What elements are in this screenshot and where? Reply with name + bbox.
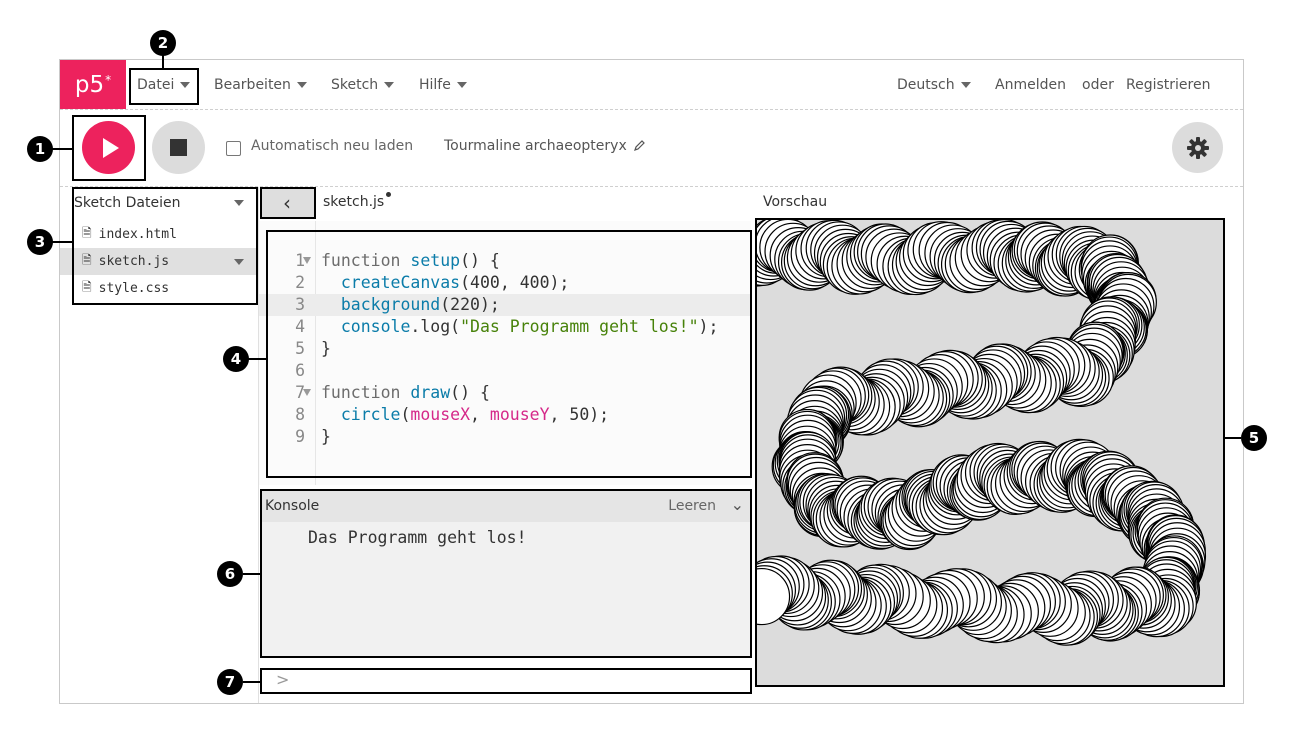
callout-box-4 (266, 230, 752, 478)
callout-box-2 (129, 68, 199, 105)
callout-badge-1: 1 (27, 136, 53, 162)
pencil-icon[interactable] (633, 139, 646, 152)
callout-badge-2: 2 (150, 30, 176, 56)
callout-box-1 (72, 115, 146, 181)
callout-badge-7: 7 (217, 669, 243, 695)
or-label: oder (1082, 76, 1114, 93)
chevron-down-icon (384, 81, 395, 88)
unsaved-dot (386, 192, 391, 197)
or-text: oder (1082, 60, 1114, 109)
sketch-name[interactable]: Tourmaline archaeopteryx (444, 138, 646, 154)
menu-hilfe-label: Hilfe (419, 76, 451, 93)
menu-bearbeiten[interactable]: Bearbeiten (214, 60, 307, 109)
settings-button[interactable] (1172, 122, 1223, 173)
stop-button[interactable] (152, 121, 205, 174)
stop-icon (170, 139, 187, 156)
callout-box-7 (260, 668, 752, 694)
chevron-down-icon (296, 81, 307, 88)
menu-sketch-label: Sketch (331, 76, 379, 93)
leader-line (52, 148, 72, 150)
callout-box-6 (260, 489, 752, 658)
callout-badge-4: 4 (223, 346, 249, 372)
leader-line (243, 573, 260, 575)
leader-line (248, 358, 266, 360)
menu-bearbeiten-label: Bearbeiten (214, 76, 291, 93)
logo-text: p5 (74, 71, 105, 98)
toolbar: Automatisch neu laden Tourmaline archaeo… (60, 110, 1243, 187)
login-link[interactable]: Anmelden (995, 60, 1066, 109)
menu-hilfe[interactable]: Hilfe (419, 60, 467, 109)
leader-line (243, 681, 260, 683)
auto-reload-label: Automatisch neu laden (251, 138, 414, 154)
callout-badge-6: 6 (217, 561, 243, 587)
gear-icon (1186, 136, 1209, 159)
leader-line (52, 241, 72, 243)
p5-logo[interactable]: p5 * (60, 60, 126, 109)
callout-badge-5: 5 (1241, 425, 1267, 451)
callout-box-5 (755, 218, 1225, 687)
register-label: Registrieren (1126, 76, 1211, 93)
preview-label: Vorschau (763, 194, 828, 210)
editor-tab[interactable]: sketch.js (323, 194, 384, 210)
login-label: Anmelden (995, 76, 1066, 93)
sketch-name-text: Tourmaline archaeopteryx (444, 138, 627, 154)
chevron-down-icon (456, 81, 467, 88)
leader-line (1225, 437, 1241, 439)
auto-reload-checkbox[interactable] (226, 141, 241, 156)
callout-box-3b (260, 187, 316, 219)
top-nav: p5 * Datei Bearbeiten Sketch Hilfe Deutsc… (60, 60, 1243, 110)
language-label: Deutsch (897, 76, 955, 93)
chevron-down-icon (960, 81, 971, 88)
menu-sketch[interactable]: Sketch (331, 60, 395, 109)
callout-box-3 (72, 187, 258, 305)
leader-line (162, 55, 164, 68)
logo-asterisk: * (105, 72, 112, 87)
language-select[interactable]: Deutsch (897, 60, 971, 109)
register-link[interactable]: Registrieren (1126, 60, 1210, 109)
callout-badge-3: 3 (27, 229, 53, 255)
